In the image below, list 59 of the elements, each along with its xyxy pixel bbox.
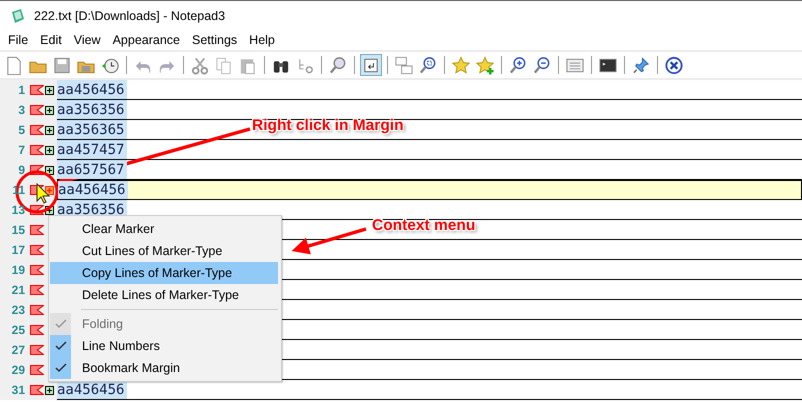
window-title: 222.txt [D:\Downloads] - Notepad3 [34,8,226,22]
line-text: aa356356 [57,100,127,119]
fold-expand-icon[interactable] [45,146,54,154]
menu-item[interactable]: Edit [34,33,68,47]
line-number: 29 [10,363,25,377]
documents-icon [394,54,414,76]
line-text: aa457457 [57,140,127,159]
documents-button[interactable] [393,54,415,76]
line-number: 25 [10,323,25,337]
star-plus-button[interactable] [474,54,496,76]
menu-item[interactable]: Settings [186,33,244,47]
pin-icon [631,54,651,76]
line-text: aa657567 [57,160,127,179]
menu-item[interactable]: View [68,33,107,47]
close-button[interactable] [663,54,685,76]
word-wrap-button[interactable] [360,54,382,76]
line-number: 7 [17,143,25,157]
line-number: 15 [10,223,25,237]
menu-item[interactable]: File [2,33,34,47]
close-icon [664,54,684,76]
line-number: 23 [10,303,25,317]
line-text: aa456456 [58,181,128,199]
line-number: 19 [10,263,25,277]
menu-item[interactable]: Cut Lines of Marker-Type [50,240,278,262]
fold-expand-icon[interactable] [45,86,54,94]
menu-item[interactable]: Copy Lines of Marker-Type [50,262,278,284]
menu-item[interactable]: Line Numbers [50,335,278,357]
line-number: 31 [10,383,25,397]
callout-label: Context menu [372,217,476,235]
zoom-out-icon [532,54,552,76]
line-text: aa456456 [57,80,127,99]
app-icon [10,8,26,24]
fold-expand-icon[interactable] [45,106,54,114]
fold-expand-icon[interactable] [45,186,54,194]
zoom-fit-icon [418,54,438,76]
line-number: 21 [10,283,25,297]
zoom-in-icon [508,54,528,76]
menu-item[interactable]: Delete Lines of Marker-Type [50,284,278,306]
magnifier-icon [328,54,348,76]
fold-expand-icon[interactable] [45,166,54,174]
menu-item[interactable]: Appearance [106,33,186,47]
line-number: 3 [17,103,25,117]
line-number: 17 [10,243,25,257]
star-icon [451,54,471,76]
line-text: aa356365 [57,120,127,139]
callout-label: Right click in Margin [252,117,404,135]
menu-item[interactable]: Bookmark Margin [50,357,278,379]
line-number: 27 [10,343,25,357]
line-number: 5 [17,123,25,137]
fold-expand-icon[interactable] [45,126,54,134]
fold-expand-icon[interactable] [45,386,54,394]
menu-item[interactable]: Clear Marker [50,218,278,240]
menu-item[interactable]: Help [243,33,281,47]
line-number: 1 [17,83,25,97]
line-number: 9 [17,163,25,177]
mouse-cursor-icon [36,182,50,204]
line-number: 13 [10,203,25,217]
star-plus-icon [475,54,495,76]
star-button[interactable] [450,54,472,76]
